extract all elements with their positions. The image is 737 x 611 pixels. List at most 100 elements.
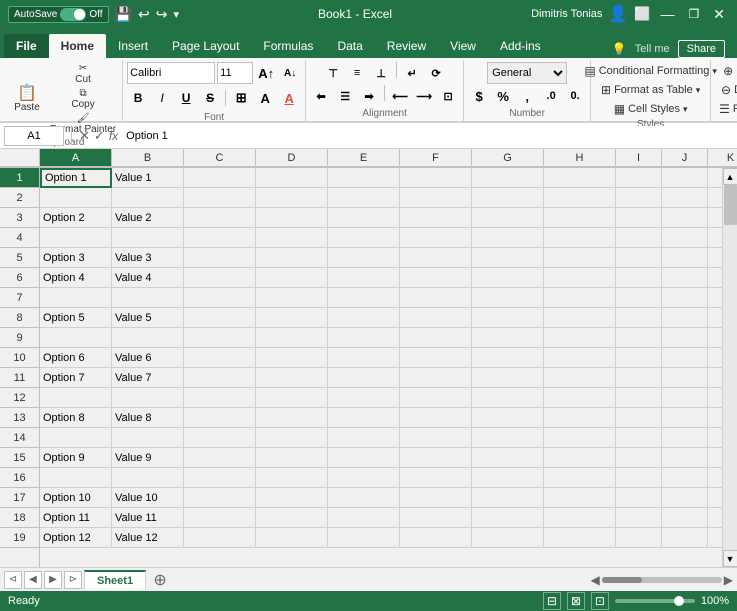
list-item[interactable] [256,248,328,268]
list-item[interactable] [662,348,708,368]
list-item[interactable] [256,348,328,368]
list-item[interactable] [544,408,616,428]
list-item[interactable] [328,328,400,348]
paste-button[interactable]: 📋 Paste [8,84,46,115]
list-item[interactable] [184,448,256,468]
row-header-12[interactable]: 12 [0,388,39,408]
border-button[interactable]: ⊞ [230,87,252,109]
list-item[interactable] [328,408,400,428]
formula-confirm-icon[interactable]: ✓ [94,128,105,144]
list-item[interactable] [472,188,544,208]
list-item[interactable] [616,428,662,448]
list-item[interactable] [616,168,662,188]
list-item[interactable] [400,248,472,268]
list-item[interactable] [662,268,708,288]
list-item[interactable] [256,388,328,408]
list-item[interactable] [662,528,708,548]
list-item[interactable] [184,228,256,248]
align-bottom-button[interactable]: ⊥ [370,62,392,84]
list-item[interactable] [662,508,708,528]
list-item[interactable] [708,228,722,248]
list-item[interactable] [112,188,184,208]
list-item[interactable] [544,248,616,268]
list-item[interactable] [662,488,708,508]
tab-file[interactable]: File [4,34,49,58]
list-item[interactable]: Value 1 [112,168,184,188]
list-item[interactable] [616,248,662,268]
list-item[interactable] [708,428,722,448]
zoom-slider[interactable] [615,599,695,603]
list-item[interactable] [544,308,616,328]
list-item[interactable]: Option 7 [40,368,112,388]
list-item[interactable] [544,368,616,388]
right-scrollbar[interactable]: ▲ ▼ [722,168,737,567]
list-item[interactable]: Option 9 [40,448,112,468]
col-header-c[interactable]: C [184,149,256,167]
list-item[interactable] [400,508,472,528]
list-item[interactable]: Value 11 [112,508,184,528]
list-item[interactable] [616,368,662,388]
list-item[interactable] [184,408,256,428]
list-item[interactable] [256,368,328,388]
tell-me-input[interactable]: Tell me [635,43,670,55]
list-item[interactable] [472,488,544,508]
list-item[interactable] [708,468,722,488]
page-scroll-left[interactable]: ◀ [591,573,600,587]
list-item[interactable] [184,308,256,328]
tab-home[interactable]: Home [49,34,106,58]
horizontal-scrollbar[interactable] [602,577,722,583]
row-header-13[interactable]: 13 [0,408,39,428]
list-item[interactable] [328,308,400,328]
list-item[interactable] [184,508,256,528]
list-item[interactable] [616,308,662,328]
list-item[interactable] [328,268,400,288]
font-size-input[interactable] [217,62,253,84]
sheet-nav-next[interactable]: ▶ [44,571,62,589]
autosave-toggle[interactable] [60,8,86,21]
list-item[interactable] [472,168,544,188]
align-middle-button[interactable]: ≡ [346,62,368,84]
list-item[interactable]: Option 8 [40,408,112,428]
list-item[interactable] [472,328,544,348]
scroll-thumb[interactable] [724,185,737,225]
number-format-select[interactable]: General [487,62,567,84]
col-header-e[interactable]: E [328,149,400,167]
merge-center-button[interactable]: ⊡ [437,85,459,107]
list-item[interactable]: Option 12 [40,528,112,548]
list-item[interactable] [544,468,616,488]
row-header-19[interactable]: 19 [0,528,39,548]
tab-data[interactable]: Data [325,34,374,58]
list-item[interactable] [328,348,400,368]
list-item[interactable] [256,448,328,468]
list-item[interactable] [328,168,400,188]
tab-page-layout[interactable]: Page Layout [160,34,251,58]
list-item[interactable]: Value 2 [112,208,184,228]
list-item[interactable] [328,488,400,508]
fill-color-button[interactable]: A [254,87,276,109]
list-item[interactable] [544,528,616,548]
list-item[interactable] [184,268,256,288]
bold-button[interactable]: B [127,87,149,109]
format-button[interactable]: ☰ Format ▾ [715,100,737,118]
qat-more-icon[interactable]: ▾ [173,8,179,21]
list-item[interactable]: Option 10 [40,488,112,508]
list-item[interactable]: Value 8 [112,408,184,428]
list-item[interactable] [400,288,472,308]
list-item[interactable] [40,228,112,248]
row-header-15[interactable]: 15 [0,448,39,468]
list-item[interactable]: Option 3 [40,248,112,268]
list-item[interactable] [616,408,662,428]
list-item[interactable] [256,508,328,528]
page-scroll-right[interactable]: ▶ [724,573,733,587]
list-item[interactable] [184,168,256,188]
col-header-a[interactable]: A [40,149,112,167]
list-item[interactable]: Option 2 [40,208,112,228]
list-item[interactable] [544,348,616,368]
list-item[interactable] [662,308,708,328]
list-item[interactable] [184,468,256,488]
list-item[interactable] [616,348,662,368]
list-item[interactable] [112,288,184,308]
redo-icon[interactable]: ↪ [156,6,168,23]
list-item[interactable] [616,488,662,508]
list-item[interactable] [544,448,616,468]
